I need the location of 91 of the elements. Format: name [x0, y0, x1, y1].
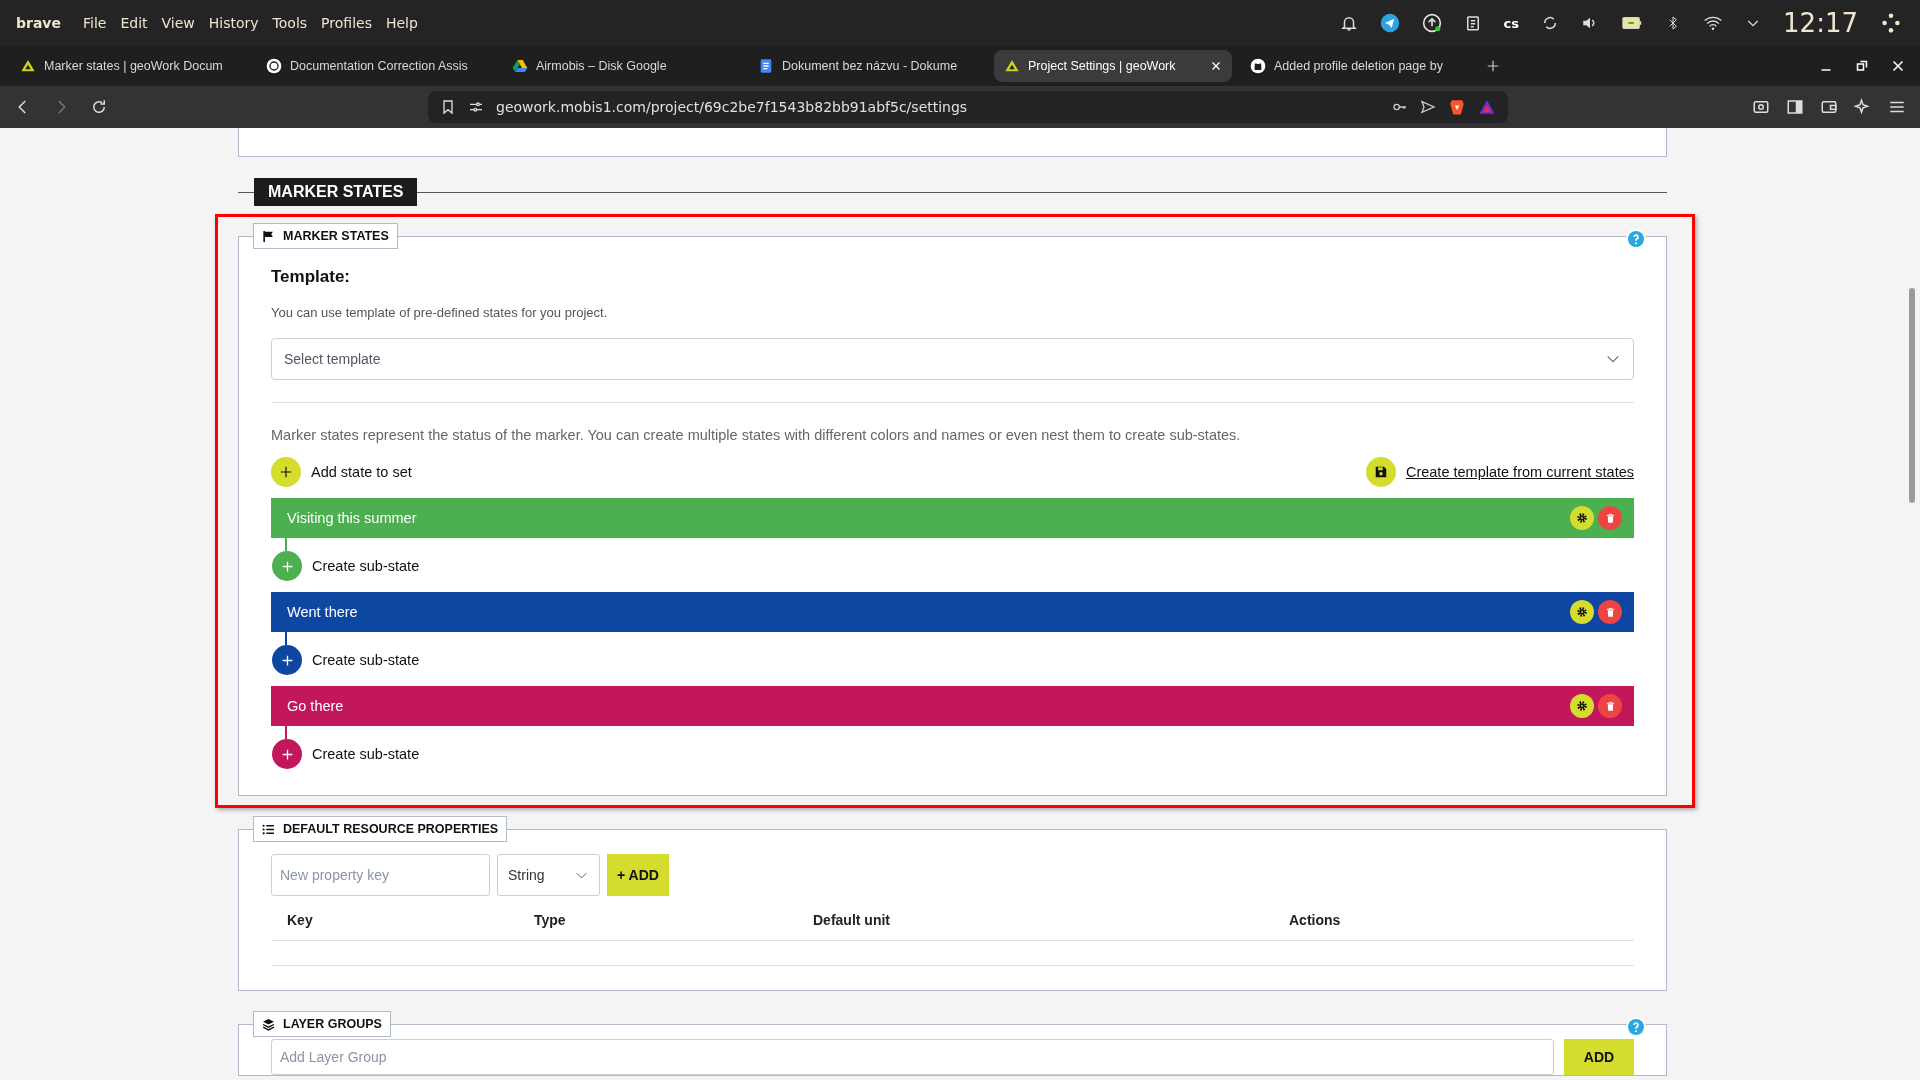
bell-icon[interactable]: [1339, 14, 1358, 32]
template-select[interactable]: Select template: [271, 338, 1634, 380]
state-bar[interactable]: Go there: [271, 686, 1634, 726]
card-title: LAYER GROUPS: [283, 1017, 382, 1031]
column-header: Type: [533, 912, 567, 928]
send-icon[interactable]: [1420, 99, 1436, 115]
list-icon: [262, 822, 275, 836]
type-select[interactable]: String: [497, 854, 600, 896]
settings-button[interactable]: [1570, 600, 1594, 624]
document-icon: [758, 58, 774, 74]
site-settings-icon[interactable]: [468, 99, 484, 115]
help-icon[interactable]: [1628, 1019, 1644, 1035]
apps-icon[interactable]: [1880, 12, 1902, 34]
app-name: brave: [16, 15, 61, 31]
menu-item[interactable]: Edit: [120, 15, 148, 31]
create-sub-state-label[interactable]: Create sub-state: [312, 558, 420, 574]
plus-icon: [280, 559, 294, 573]
browser-tab[interactable]: Marker states | geoWork Docum: [10, 50, 248, 82]
settings-button[interactable]: [1570, 506, 1594, 530]
sidebar-icon[interactable]: [1786, 98, 1804, 116]
flag-icon: [262, 229, 275, 243]
plus-icon: [280, 747, 294, 761]
triangle-icon: [20, 58, 36, 74]
trash-icon: [1604, 700, 1616, 712]
settings-icon: [1576, 512, 1588, 524]
menu-item[interactable]: History: [208, 15, 259, 31]
menu-item[interactable]: File: [83, 15, 107, 31]
settings-icon: [1576, 700, 1588, 712]
plus-icon: [279, 465, 293, 479]
settings-button[interactable]: [1570, 694, 1594, 718]
state-name: Visiting this summer: [287, 510, 418, 526]
create-template-link[interactable]: Create template from current states: [1405, 464, 1634, 480]
template-label: Template:: [271, 267, 352, 287]
state-name: Go there: [287, 698, 345, 714]
delete-button[interactable]: [1598, 506, 1622, 530]
add-sub-state-icon[interactable]: [272, 739, 302, 769]
delete-button[interactable]: [1598, 600, 1622, 624]
sparkle-icon[interactable]: [1854, 98, 1872, 116]
section-title: MARKER STATES: [254, 178, 418, 206]
card-title: MARKER STATES: [283, 229, 389, 243]
wallet-icon[interactable]: [1820, 98, 1838, 116]
add-button[interactable]: ADD: [1564, 1039, 1634, 1075]
property-key-input[interactable]: New property key: [271, 854, 490, 896]
menu-item[interactable]: Help: [385, 15, 418, 31]
browser-tab[interactable]: Documentation Correction Assis: [256, 50, 494, 82]
browser-tab[interactable]: Airmobis – Disk Google: [502, 50, 740, 82]
layers-icon: [262, 1017, 275, 1031]
triangle-icon: [1004, 58, 1020, 74]
browser-tab[interactable]: Dokument bez názvu - Dokume: [748, 50, 986, 82]
browser-tab[interactable]: Added profile deletion page by: [1240, 50, 1478, 82]
description-text: Marker states represent the status of the marker. You can create multiple states with different colors and names or even nest them to create sub-states.: [271, 427, 1242, 443]
menu-item[interactable]: Profiles: [321, 15, 372, 31]
trash-icon: [1604, 606, 1616, 618]
restore-icon[interactable]: [1856, 60, 1868, 72]
clock: 12:17: [1783, 8, 1858, 38]
column-header: Actions: [1288, 912, 1342, 928]
update-icon[interactable]: [1421, 13, 1442, 33]
menu-item[interactable]: Tools: [272, 15, 308, 31]
close-icon[interactable]: [1892, 60, 1904, 72]
template-hint: You can use template of pre-defined states for you project.: [271, 305, 609, 320]
trash-icon: [1604, 512, 1616, 524]
column-header: Default unit: [812, 912, 891, 928]
add-state-button[interactable]: Add state to set: [271, 457, 412, 487]
delete-button[interactable]: [1598, 694, 1622, 718]
drive-icon: [512, 58, 528, 74]
add-button[interactable]: + ADD: [607, 854, 669, 896]
triangle-icon[interactable]: [1478, 98, 1496, 116]
bookmark-icon[interactable]: [440, 99, 456, 115]
plus-icon: [280, 653, 294, 667]
screenshot-icon[interactable]: [1752, 98, 1770, 116]
settings-icon: [1576, 606, 1588, 618]
column-header: Key: [286, 912, 314, 928]
help-icon[interactable]: [1628, 231, 1644, 247]
state-bar[interactable]: Went there: [271, 592, 1634, 632]
keyboard-layout[interactable]: cs: [1503, 15, 1520, 31]
save-icon[interactable]: [1365, 457, 1396, 487]
reload-icon[interactable]: [90, 98, 108, 116]
send-icon[interactable]: [1379, 13, 1400, 33]
floppy-icon: [1373, 465, 1388, 479]
new-tab-icon[interactable]: [1486, 59, 1500, 73]
scrollbar[interactable]: [1909, 288, 1915, 503]
layer-group-input[interactable]: Add Layer Group: [271, 1039, 1554, 1075]
menu-item[interactable]: View: [161, 15, 195, 31]
close-icon[interactable]: [1210, 60, 1222, 72]
state-name: Went there: [287, 604, 359, 620]
add-sub-state-icon[interactable]: [272, 645, 302, 675]
create-sub-state-label[interactable]: Create sub-state: [312, 652, 420, 668]
browser-tab[interactable]: Project Settings | geoWork: [994, 50, 1232, 82]
create-sub-state-label[interactable]: Create sub-state: [312, 746, 420, 762]
lion-shield-icon[interactable]: [1448, 98, 1466, 116]
card-title: DEFAULT RESOURCE PROPERTIES: [283, 822, 499, 836]
